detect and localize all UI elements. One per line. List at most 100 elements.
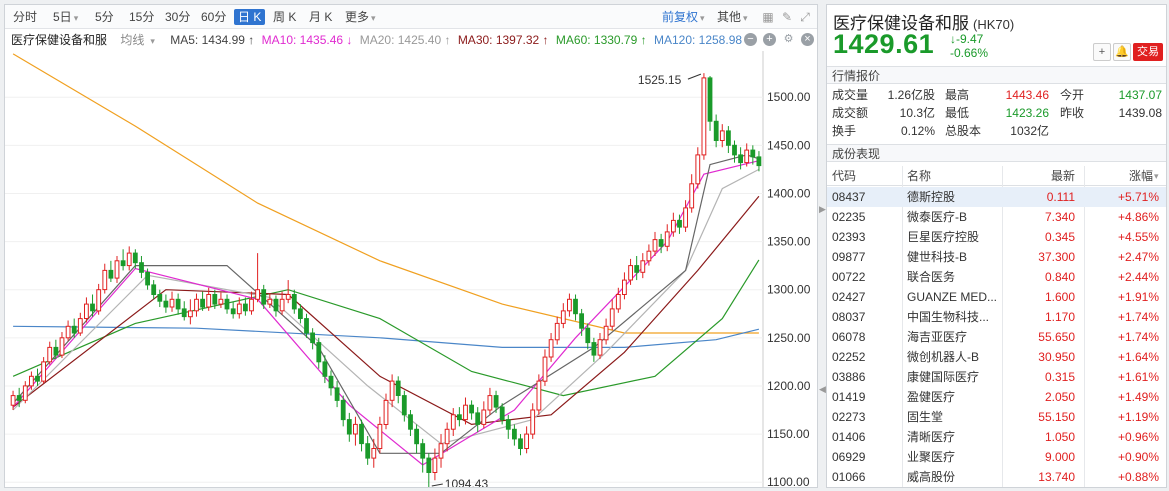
candle[interactable] (395, 380, 401, 397)
candle[interactable] (542, 356, 548, 382)
trade-button[interactable]: 交易 (1133, 43, 1163, 61)
more-periods-dropdown[interactable]: 更多 ▾ (345, 9, 376, 25)
candle[interactable] (713, 120, 719, 142)
candle[interactable] (126, 252, 132, 267)
candle[interactable] (22, 385, 28, 401)
candle[interactable] (359, 423, 364, 445)
candle[interactable] (609, 308, 615, 327)
candle[interactable] (677, 219, 682, 228)
candle[interactable] (84, 303, 89, 320)
candle[interactable] (579, 313, 585, 329)
draw-pen-icon[interactable]: ✎ (780, 10, 794, 24)
indicator-type-dropdown[interactable]: 均线 ▾ (120, 33, 159, 47)
table-row[interactable]: 08037 中国生物科技... 1.170 +1.74% (827, 307, 1166, 327)
candle[interactable] (29, 375, 34, 387)
candle[interactable] (444, 428, 450, 445)
candle[interactable] (224, 298, 230, 310)
candle[interactable] (567, 298, 572, 312)
period-tab-15min[interactable]: 15分 (129, 9, 154, 25)
candle[interactable] (646, 250, 652, 262)
candle[interactable] (41, 361, 47, 382)
candle[interactable] (756, 156, 762, 167)
period-tab-weekly[interactable]: 周 K (273, 9, 296, 25)
candle[interactable] (671, 219, 676, 233)
table-row[interactable]: 02427 GUANZE MED... 1.600 +1.91% (827, 287, 1166, 307)
period-tab-daily[interactable]: 日 K (234, 9, 266, 25)
candle[interactable] (194, 298, 199, 312)
col-pct-header[interactable]: 涨幅 (1097, 166, 1153, 186)
candle[interactable] (615, 294, 621, 310)
candle[interactable] (298, 308, 303, 319)
candle[interactable] (255, 289, 260, 300)
candle[interactable] (640, 260, 646, 273)
candle[interactable] (120, 260, 126, 267)
candle[interactable] (96, 289, 102, 312)
candle[interactable] (279, 298, 285, 312)
candle[interactable] (102, 269, 108, 291)
table-row[interactable]: 01066 威高股份 13.740 +0.88% (827, 467, 1166, 487)
fullscreen-icon[interactable]: ⤢ (798, 10, 812, 24)
panel-divider[interactable]: ▶ ◀ (818, 4, 826, 488)
candle[interactable] (426, 457, 432, 474)
candle[interactable] (634, 265, 640, 273)
candle[interactable] (35, 375, 40, 382)
candle[interactable] (689, 183, 695, 209)
candle[interactable] (181, 308, 187, 318)
candle[interactable] (481, 409, 487, 425)
candle[interactable] (738, 154, 744, 164)
candle[interactable] (114, 260, 120, 279)
candle[interactable] (554, 322, 560, 341)
candle[interactable] (450, 414, 456, 430)
candle[interactable] (285, 294, 291, 300)
grid-layout-icon[interactable]: ▦ (761, 10, 775, 24)
candle[interactable] (585, 327, 591, 344)
candle[interactable] (334, 387, 340, 401)
candle[interactable] (603, 325, 609, 341)
candle[interactable] (157, 294, 163, 302)
candle[interactable] (750, 149, 756, 158)
candle[interactable] (383, 399, 389, 425)
candle[interactable] (414, 428, 420, 445)
candle[interactable] (487, 395, 493, 411)
candle[interactable] (695, 154, 701, 185)
candle[interactable] (493, 395, 499, 408)
candle[interactable] (505, 419, 511, 430)
table-row[interactable]: 08437 德斯控股 0.111 +5.71% (827, 187, 1166, 207)
candle[interactable] (353, 423, 358, 435)
candle[interactable] (273, 298, 279, 312)
candle[interactable] (77, 318, 83, 334)
candle[interactable] (707, 77, 713, 122)
candle[interactable] (132, 252, 138, 264)
table-row[interactable]: 02393 巨星医疗控股 0.345 +4.55% (827, 227, 1166, 247)
candle[interactable] (346, 419, 352, 435)
candle[interactable] (206, 294, 212, 308)
candle[interactable] (145, 271, 150, 286)
candle[interactable] (536, 380, 542, 411)
candle[interactable] (408, 414, 413, 430)
candle[interactable] (212, 294, 218, 305)
table-row[interactable]: 02252 微创机器人-B 30.950 +1.64% (827, 347, 1166, 367)
candle[interactable] (701, 77, 707, 156)
candle[interactable] (622, 279, 627, 296)
candle[interactable] (175, 298, 181, 310)
candle[interactable] (53, 346, 59, 356)
col-last-header[interactable]: 最新 (1025, 166, 1075, 186)
candle[interactable] (10, 395, 16, 406)
period-tab-30min[interactable]: 30分 (165, 9, 190, 25)
candle[interactable] (524, 433, 530, 450)
table-row[interactable]: 00722 联合医务 0.840 +2.44% (827, 267, 1166, 287)
period-tab-monthly[interactable]: 月 K (309, 9, 332, 25)
candle[interactable] (139, 262, 144, 273)
candle[interactable] (371, 448, 377, 459)
candle[interactable] (218, 298, 224, 305)
table-row[interactable]: 06929 业聚医疗 9.000 +0.90% (827, 447, 1166, 467)
candle[interactable] (261, 289, 267, 305)
candle[interactable] (47, 346, 53, 363)
candle[interactable] (65, 325, 71, 339)
candle[interactable] (108, 269, 114, 279)
kline-chart[interactable]: 1500.00 1450.00 1400.00 1350.00 1300.00 1250.… (5, 51, 817, 487)
add-watchlist-button[interactable]: + (1093, 43, 1111, 61)
period-tab-5min[interactable]: 5分 (95, 9, 114, 25)
candle[interactable] (560, 310, 566, 324)
candle[interactable] (243, 303, 248, 312)
